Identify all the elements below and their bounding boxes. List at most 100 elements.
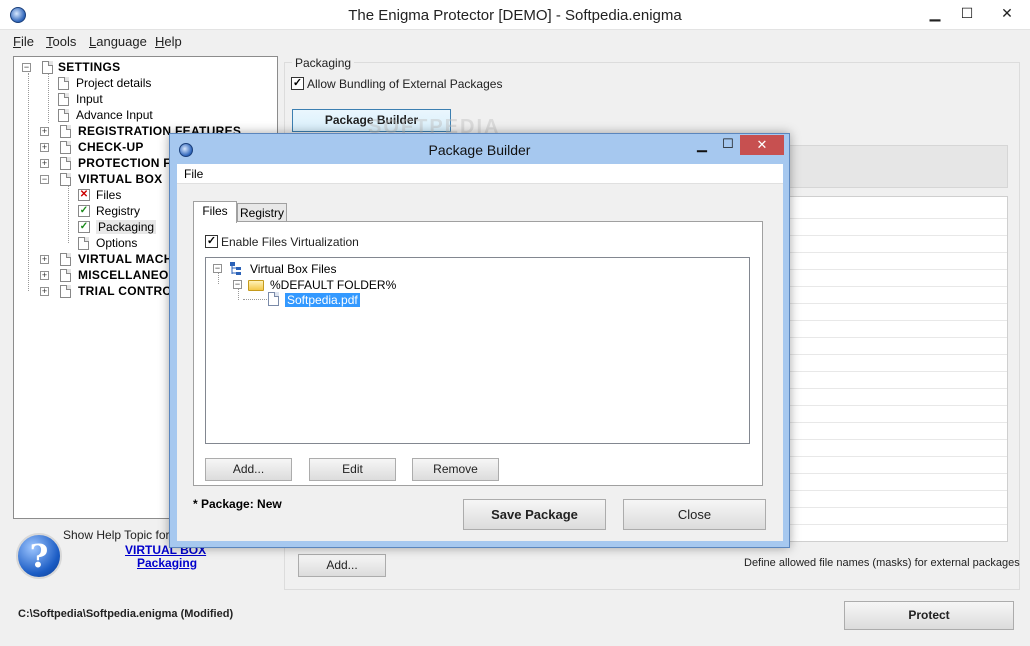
tree-structure-icon: [230, 262, 241, 275]
grid-line: [787, 235, 1007, 236]
page-icon: [58, 93, 69, 106]
expand-icon[interactable]: +: [40, 127, 49, 136]
collapse-icon[interactable]: −: [22, 63, 31, 72]
tree-folder-default[interactable]: − %DEFAULT FOLDER%: [233, 277, 433, 293]
page-icon: [60, 173, 71, 186]
tree-label: Options: [96, 236, 138, 250]
dialog-menu-file[interactable]: File: [184, 167, 203, 181]
expand-icon[interactable]: +: [40, 143, 49, 152]
gray-panel: [786, 145, 1008, 188]
main-title-bar: The Enigma Protector [DEMO] - Softpedia.…: [0, 0, 1030, 30]
enable-virtualization-label: Enable Files Virtualization: [221, 235, 359, 249]
folder-icon: [248, 280, 264, 291]
virtual-files-tree[interactable]: − Virtual Box Files − %DEFAULT FOLDER% S…: [205, 257, 750, 444]
grid-line: [787, 439, 1007, 440]
grid-line: [787, 388, 1007, 389]
remove-file-button[interactable]: Remove: [412, 458, 499, 481]
tree-label: MISCELLANEOU: [78, 268, 178, 282]
tree-label: Packaging: [96, 220, 157, 234]
menu-file[interactable]: File: [13, 34, 34, 49]
grid-line: [787, 422, 1007, 423]
dialog-menu-bar: File: [177, 164, 783, 184]
cross-icon: ✕: [78, 189, 90, 201]
help-icon[interactable]: ?: [16, 533, 62, 579]
tree-item-input[interactable]: Input: [58, 91, 258, 107]
expand-icon[interactable]: +: [40, 287, 49, 296]
menu-bar: File Tools Language Help: [0, 31, 1030, 51]
dialog-maximize-button[interactable]: ☐: [716, 136, 740, 152]
tree-label: CHECK-UP: [78, 140, 144, 154]
grid-line: [787, 507, 1007, 508]
grid-line: [787, 405, 1007, 406]
help-link-packaging[interactable]: Packaging: [137, 556, 197, 570]
page-icon: [60, 285, 71, 298]
page-icon: [58, 77, 69, 90]
tree-line: [48, 73, 49, 123]
save-package-button[interactable]: Save Package: [463, 499, 606, 530]
dialog-close-button[interactable]: ✕: [740, 135, 784, 155]
tab-files[interactable]: Files: [193, 201, 237, 223]
allow-bundling-label: Allow Bundling of External Packages: [307, 77, 503, 91]
menu-tools[interactable]: Tools: [46, 34, 76, 49]
enable-virtualization-checkbox[interactable]: ✓: [205, 235, 218, 248]
tree-label: Registry: [96, 204, 141, 218]
window-title: The Enigma Protector [DEMO] - Softpedia.…: [348, 7, 682, 24]
page-icon: [60, 269, 71, 282]
expand-icon[interactable]: +: [40, 271, 49, 280]
add-mask-button[interactable]: Add...: [298, 554, 386, 577]
tree-line: [243, 299, 267, 300]
menu-language[interactable]: Language: [89, 34, 147, 49]
dialog-minimize-button[interactable]: ▁: [690, 137, 714, 153]
tree-root-virtual-box-files[interactable]: − Virtual Box Files: [213, 261, 413, 277]
tree-line: [68, 185, 69, 243]
tree-item-project-details[interactable]: Project details: [58, 75, 258, 91]
grid-line: [787, 286, 1007, 287]
packaging-caption: Packaging: [292, 56, 355, 70]
expand-icon[interactable]: +: [40, 255, 49, 264]
tree-label: Project details: [76, 76, 152, 90]
tree-label: TRIAL CONTRO: [78, 284, 173, 298]
grid-line: [787, 303, 1007, 304]
tree-label: PROTECTION F: [78, 156, 171, 170]
tree-item-settings[interactable]: − SETTINGS: [22, 59, 272, 75]
dialog-client-area: File Files Registry ✓ Enable Files Virtu…: [177, 164, 783, 541]
define-masks-text: Define allowed file names (masks) for ex…: [744, 557, 1020, 569]
tree-root-label: Virtual Box Files: [250, 262, 337, 276]
minimize-button[interactable]: ▁: [920, 0, 950, 28]
files-tab-panel: ✓ Enable Files Virtualization − Virtual …: [193, 221, 763, 486]
grid-line: [787, 320, 1007, 321]
edit-file-button[interactable]: Edit: [309, 458, 396, 481]
tree-label: Files: [96, 188, 122, 202]
collapse-icon[interactable]: −: [40, 175, 49, 184]
close-button[interactable]: ✕: [992, 0, 1022, 28]
tree-folder-label: %DEFAULT FOLDER%: [270, 278, 397, 292]
dialog-title-bar: Package Builder ▁ ☐ ✕: [170, 134, 789, 164]
grid-line: [787, 218, 1007, 219]
maximize-button[interactable]: ☐: [952, 0, 982, 28]
add-file-button[interactable]: Add...: [205, 458, 292, 481]
expand-icon[interactable]: +: [40, 159, 49, 168]
tree-label: SETTINGS: [58, 60, 121, 74]
page-icon: [60, 125, 71, 138]
collapse-icon[interactable]: −: [233, 280, 242, 289]
collapse-icon[interactable]: −: [213, 264, 222, 273]
page-icon: [58, 109, 69, 122]
grid-line: [787, 490, 1007, 491]
dialog-close-action-button[interactable]: Close: [623, 499, 766, 530]
tab-registry[interactable]: Registry: [237, 203, 287, 223]
allow-bundling-checkbox[interactable]: ✓: [291, 77, 304, 90]
grid-line: [787, 269, 1007, 270]
protect-button[interactable]: Protect: [844, 601, 1014, 630]
grid-line: [787, 524, 1007, 525]
tree-label: Advance Input: [76, 108, 153, 122]
page-icon: [60, 157, 71, 170]
masks-grid[interactable]: [786, 196, 1008, 542]
tree-item-advance-input[interactable]: Advance Input: [58, 107, 258, 123]
menu-help[interactable]: Help: [155, 34, 182, 49]
grid-line: [787, 456, 1007, 457]
package-builder-dialog: Package Builder ▁ ☐ ✕ File Files Registr…: [169, 133, 790, 548]
grid-line: [787, 354, 1007, 355]
tree-file-softpedia-pdf[interactable]: Softpedia.pdf: [268, 292, 388, 308]
page-icon: [60, 141, 71, 154]
tree-label: VIRTUAL MACH: [78, 252, 173, 266]
